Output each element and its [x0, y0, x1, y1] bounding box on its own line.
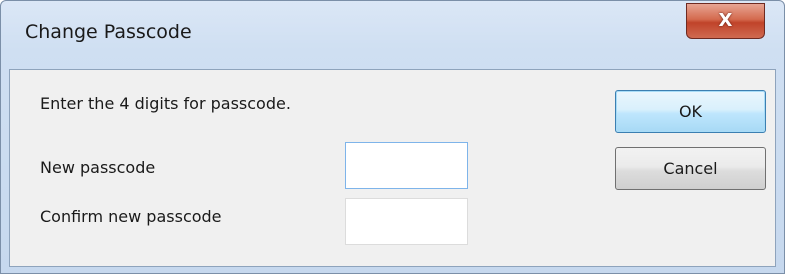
cancel-button[interactable]: Cancel	[615, 147, 766, 190]
change-passcode-dialog: Change Passcode X Enter the 4 digits for…	[0, 0, 785, 274]
dialog-content: Enter the 4 digits for passcode. New pas…	[9, 69, 776, 267]
confirm-passcode-label: Confirm new passcode	[40, 207, 222, 226]
title-bar[interactable]: Change Passcode X	[1, 1, 784, 67]
ok-button[interactable]: OK	[615, 90, 766, 133]
confirm-passcode-input[interactable]	[345, 198, 468, 245]
close-icon: X	[718, 10, 733, 31]
new-passcode-input[interactable]	[345, 142, 468, 189]
instruction-text: Enter the 4 digits for passcode.	[40, 94, 291, 113]
new-passcode-label: New passcode	[40, 158, 156, 177]
window-title: Change Passcode	[25, 21, 192, 43]
close-button[interactable]: X	[686, 3, 765, 39]
